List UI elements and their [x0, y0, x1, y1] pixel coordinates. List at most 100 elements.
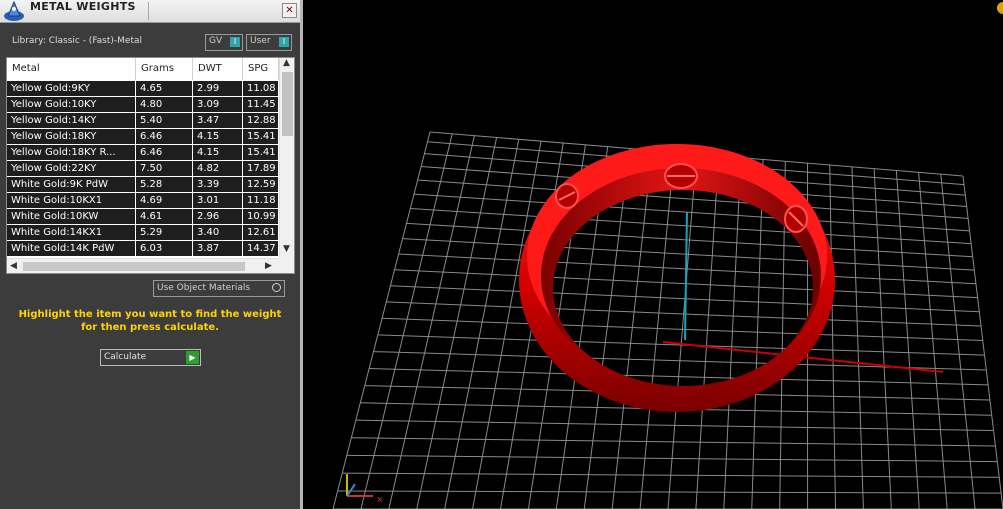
grid-line [416, 137, 498, 509]
table-cell: 4.65 [136, 81, 193, 97]
vertical-scroll-thumb[interactable] [282, 72, 293, 136]
table-cell: 6.03 [136, 241, 193, 257]
user-toggle-label: User [250, 36, 271, 46]
column-header-dwt[interactable]: DWT [193, 58, 243, 80]
3d-viewport[interactable]: x [303, 0, 1003, 509]
table-cell: 3.87 [193, 241, 243, 257]
grid-line [444, 139, 520, 509]
table-row[interactable]: Yellow Gold:18KY 6.46 4.15 15.41 [7, 129, 279, 145]
svg-text:x: x [377, 495, 383, 505]
column-header-spg[interactable]: SPG [243, 58, 279, 80]
table-cell: White Gold:9K PdW [7, 177, 136, 193]
table-row[interactable]: White Gold:14K PdW 6.03 3.87 14.37 [7, 241, 279, 257]
table-cell: 5.29 [136, 225, 193, 241]
app-logo-icon [4, 0, 24, 21]
horizontal-scroll-thumb[interactable] [23, 262, 245, 271]
table-cell: 11.18 [243, 193, 279, 209]
grid-line [360, 133, 453, 509]
table-cell: Yellow Gold:22KY [7, 161, 136, 177]
table-cell: 2.99 [193, 81, 243, 97]
table-cell: 3.01 [193, 193, 243, 209]
table-cell: 15.41 [243, 129, 279, 145]
table-cell: 4.80 [136, 97, 193, 113]
scrollbar-corner [279, 258, 294, 273]
use-object-materials-label: Use Object Materials [157, 283, 251, 293]
table-cell: 4.69 [136, 193, 193, 209]
table-cell: 6.46 [136, 129, 193, 145]
table-cell: White Gold:14KX1 [7, 225, 136, 241]
table-cell: 2.96 [193, 209, 243, 225]
column-header-metal[interactable]: Metal [7, 58, 136, 80]
column-header-grams[interactable]: Grams [136, 58, 193, 80]
table-row[interactable]: White Gold:9K PdW 5.28 3.39 12.59 [7, 177, 279, 193]
vertical-scrollbar[interactable]: ▲ ▼ [279, 58, 294, 258]
axis-gizmo-icon: x [346, 474, 383, 505]
grid-line [895, 170, 920, 509]
table-cell: White Gold:10KX1 [7, 193, 136, 209]
grid-line [918, 172, 948, 509]
grid-line [873, 168, 892, 509]
titlebar-divider [148, 2, 149, 20]
table-cell: 4.61 [136, 209, 193, 225]
table-cell: 11.08 [243, 81, 279, 97]
user-toggle-switch[interactable]: I [279, 37, 289, 47]
table-cell: 4.15 [193, 129, 243, 145]
table-cell: 7.50 [136, 161, 193, 177]
table-cell: 5.40 [136, 113, 193, 129]
close-icon[interactable]: ✕ [282, 3, 297, 18]
scroll-left-icon[interactable]: ◀ [10, 261, 17, 271]
table-row[interactable]: White Gold:14KX1 5.29 3.40 12.61 [7, 225, 279, 241]
use-object-materials-radio[interactable] [272, 283, 281, 292]
table-cell: 3.39 [193, 177, 243, 193]
gv-toggle-label: GV [209, 36, 223, 46]
play-icon[interactable]: ▶ [186, 351, 199, 364]
scroll-down-icon[interactable]: ▼ [283, 244, 290, 254]
use-object-materials-option[interactable]: Use Object Materials [153, 280, 285, 297]
table-row[interactable]: White Gold:10KW 4.61 2.96 10.99 [7, 209, 279, 225]
table-cell: White Gold:14K PdW [7, 241, 136, 257]
table-cell: Yellow Gold:18KY [7, 129, 136, 145]
table-cell: 6.46 [136, 145, 193, 161]
table-row[interactable]: White Gold:10KX1 4.69 3.01 11.18 [7, 193, 279, 209]
table-cell: 12.88 [243, 113, 279, 129]
table-cell: 12.61 [243, 225, 279, 241]
library-label: Library: Classic - (Fast)-Metal [12, 36, 143, 46]
table-cell: Yellow Gold:14KY [7, 113, 136, 129]
grid-line [940, 174, 976, 509]
calculate-button[interactable]: Calculate ▶ [100, 349, 201, 366]
panel-titlebar[interactable]: METAL WEIGHTS ✕ [0, 0, 300, 23]
table-cell: 11.45 [243, 97, 279, 113]
table-row[interactable]: Yellow Gold:22KY 7.50 4.82 17.89 [7, 161, 279, 177]
table-cell: 14.37 [243, 241, 279, 257]
grid-line [962, 175, 1003, 509]
table-cell: Yellow Gold:18KY R... [7, 145, 136, 161]
table-row[interactable]: Yellow Gold:10KY 4.80 3.09 11.45 [7, 97, 279, 113]
viewport-corner-icon[interactable] [997, 2, 1003, 14]
metal-weights-table: Metal Grams DWT SPG Yellow Gold:9KY 4.65 2… [6, 57, 295, 274]
table-body: Yellow Gold:9KY 4.65 2.99 11.08 Yellow Gold:… [7, 81, 279, 257]
table-row[interactable]: Yellow Gold:9KY 4.65 2.99 11.08 [7, 81, 279, 97]
table-cell: 10.99 [243, 209, 279, 225]
viewport-canvas[interactable]: x [303, 0, 1003, 509]
horizontal-scrollbar[interactable]: ◀ ▶ [7, 258, 279, 273]
table-row[interactable]: Yellow Gold:14KY 5.40 3.47 12.88 [7, 113, 279, 129]
user-toggle[interactable]: User I [246, 34, 292, 51]
table-cell: 3.47 [193, 113, 243, 129]
table-cell: 5.28 [136, 177, 193, 193]
table-cell: White Gold:10KW [7, 209, 136, 225]
table-cell: 3.09 [193, 97, 243, 113]
table-cell: 3.40 [193, 225, 243, 241]
grid-line [332, 131, 431, 509]
grid-line [388, 135, 475, 509]
gv-toggle[interactable]: GV I [205, 34, 243, 51]
table-cell: Yellow Gold:9KY [7, 81, 136, 97]
table-row[interactable]: Yellow Gold:18KY R... 6.46 4.15 15.41 [7, 145, 279, 161]
grid-line [851, 166, 864, 509]
instruction-text: Highlight the item you want to find the … [18, 309, 282, 333]
scroll-up-icon[interactable]: ▲ [283, 58, 290, 68]
table-cell: Yellow Gold:10KY [7, 97, 136, 113]
gv-toggle-switch[interactable]: I [230, 37, 240, 47]
table-cell: 15.41 [243, 145, 279, 161]
scroll-right-icon[interactable]: ▶ [265, 261, 272, 271]
table-cell: 17.89 [243, 161, 279, 177]
